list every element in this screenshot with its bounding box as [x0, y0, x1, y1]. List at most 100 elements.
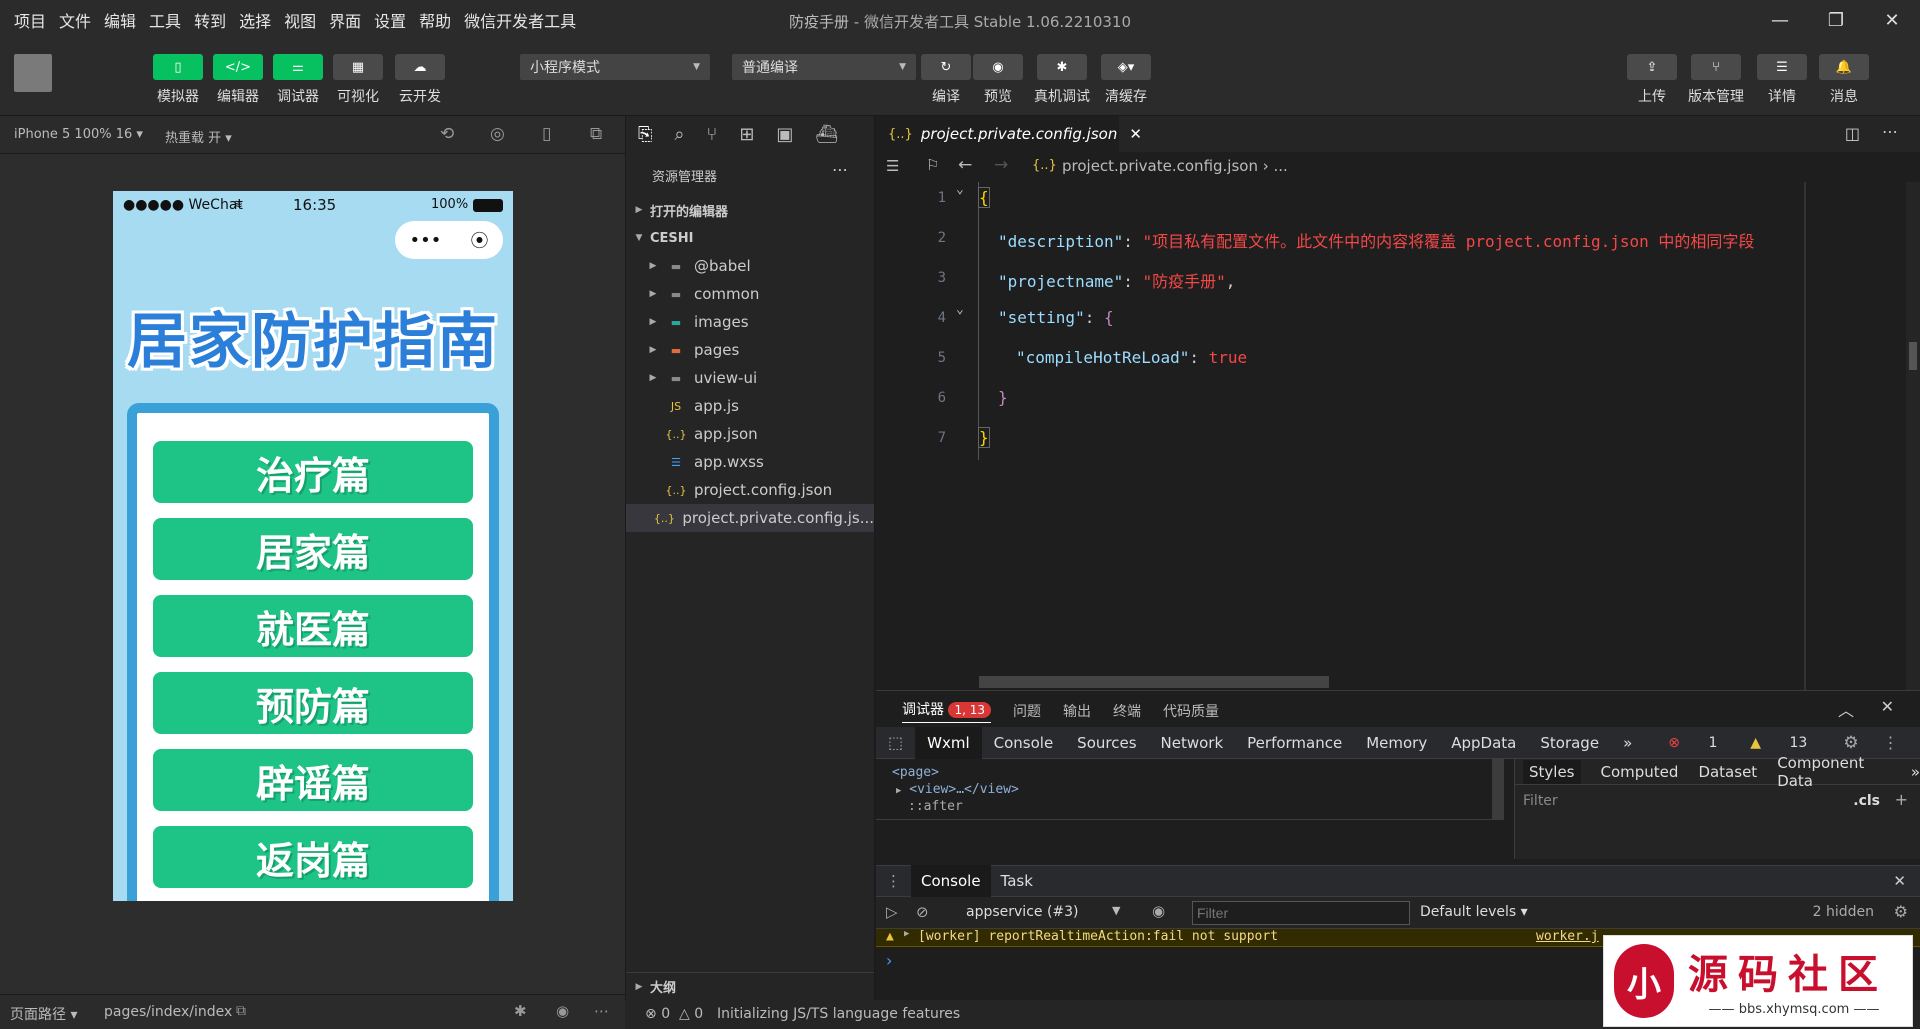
kebab-icon[interactable]: ⋮ [876, 872, 911, 890]
chevron-up-icon[interactable]: ︿ [1838, 697, 1854, 721]
hotreload-toggle[interactable]: 热重载 开 ▾ [165, 127, 232, 146]
file-tree-item[interactable]: ▶ ▬ common [626, 280, 874, 308]
tab-code-quality[interactable]: 代码质量 [1163, 701, 1219, 721]
add-rule-icon[interactable]: + [1895, 790, 1908, 809]
guide-button-treatment[interactable]: 治疗篇 [153, 441, 473, 503]
open-editors-section[interactable]: ▶ 打开的编辑器 [626, 196, 874, 224]
close-capsule-icon[interactable]: ⦿ [470, 227, 488, 253]
cls-button[interactable]: .cls [1853, 793, 1880, 809]
file-tree-item[interactable]: ▶ ▬ images [626, 308, 874, 336]
visual-button[interactable]: ▦ 可视化 [328, 54, 388, 106]
tab-wxml[interactable]: Wxml [915, 726, 982, 759]
tab-dataset[interactable]: Dataset [1698, 763, 1757, 781]
tab-console-drawer[interactable]: Console [911, 865, 991, 897]
editor-button[interactable]: </> 编辑器 [208, 54, 268, 106]
tab-appdata[interactable]: AppData [1439, 727, 1528, 759]
simulator-button[interactable]: ▯ 模拟器 [148, 54, 208, 106]
tab-debugger[interactable]: 调试器 1, 13 [902, 699, 991, 723]
horizontal-scrollbar[interactable] [979, 676, 1329, 688]
guide-button-prevention[interactable]: 预防篇 [153, 672, 473, 734]
wxml-node-view[interactable]: ▶ <view>…</view> [896, 782, 1019, 797]
source-control-icon[interactable]: ⑂ [707, 124, 718, 145]
tab-computed[interactable]: Computed [1601, 763, 1679, 781]
more-icon[interactable]: ⋯ [594, 1002, 609, 1020]
close-icon[interactable]: ✕ [1893, 872, 1920, 890]
scrollbar-thumb[interactable] [1909, 342, 1917, 370]
file-tree-item[interactable]: ▶ ▬ pages [626, 336, 874, 364]
device-select[interactable]: iPhone 5 100% 16 ▾ [14, 127, 143, 142]
vertical-scrollbar[interactable] [1906, 182, 1920, 690]
sidebar-icon[interactable]: ▷ [886, 903, 898, 921]
minimize-icon[interactable]: — [1752, 0, 1808, 40]
cloud-button[interactable]: ☁ 云开发 [390, 54, 450, 106]
tab-problems[interactable]: 问题 [1013, 701, 1041, 721]
guide-button-return[interactable]: 返岗篇 [153, 826, 473, 888]
compile-mode-select[interactable]: 普通编译 ▼ [732, 54, 916, 80]
dock-icon[interactable]: ⧉ [1911, 727, 1920, 759]
version-button[interactable]: ⑂ 版本管理 [1686, 54, 1746, 106]
tab-component-data[interactable]: Component Data [1777, 754, 1891, 790]
context-select[interactable]: appservice (#3) [966, 904, 1079, 920]
maximize-icon[interactable]: ❐ [1808, 0, 1864, 40]
log-levels-select[interactable]: Default levels ▾ [1420, 904, 1528, 920]
tab-output[interactable]: 输出 [1063, 701, 1091, 721]
guide-button-home[interactable]: 居家篇 [153, 518, 473, 580]
more-tabs-icon[interactable]: » [1911, 763, 1920, 781]
tab-task[interactable]: Task [991, 872, 1043, 890]
tab-console[interactable]: Console [982, 727, 1066, 759]
split-editor-icon[interactable]: ◫ [1845, 124, 1860, 143]
more-icon[interactable]: ••• [410, 230, 442, 251]
stop-icon[interactable]: ◎ [490, 124, 505, 144]
file-tree-item[interactable]: JS app.js [626, 392, 874, 420]
copy-icon[interactable]: ⧉ [236, 1003, 246, 1019]
panel-icon[interactable]: ▣ [776, 124, 793, 145]
guide-button-rumors[interactable]: 辟谣篇 [153, 749, 473, 811]
file-tree-item[interactable]: ☰ app.wxss [626, 448, 874, 476]
more-icon[interactable]: ⋯ [1882, 122, 1898, 141]
details-button[interactable]: ☰ 详情 [1752, 54, 1812, 106]
more-icon[interactable]: ⋯ [832, 160, 848, 179]
file-tree-item[interactable]: {..} project.private.config.js... [626, 504, 874, 532]
tab-memory[interactable]: Memory [1354, 727, 1439, 759]
messages-button[interactable]: 🔔 消息 [1814, 54, 1874, 106]
tab-performance[interactable]: Performance [1235, 727, 1354, 759]
avatar[interactable] [14, 54, 52, 92]
remote-debug-button[interactable]: ✱ 真机调试 [1032, 54, 1092, 106]
eye-icon[interactable]: ◉ [1152, 902, 1165, 920]
close-icon[interactable]: ✕ [1881, 697, 1894, 716]
console-prompt[interactable]: › [886, 951, 892, 970]
file-tree-item[interactable]: ▶ ▬ uview-ui [626, 364, 874, 392]
bug-icon[interactable]: ✱ [514, 1002, 527, 1020]
upload-button[interactable]: ⇪ 上传 [1622, 54, 1682, 106]
tab-styles[interactable]: Styles [1523, 759, 1581, 784]
back-icon[interactable]: ← [958, 155, 972, 175]
list-icon[interactable]: ☰ [886, 157, 899, 175]
extensions-icon[interactable]: ⊞ [739, 124, 754, 145]
clear-icon[interactable]: ⊘ [916, 903, 929, 921]
wxml-node-after[interactable]: ::after [908, 799, 963, 814]
close-icon[interactable]: ✕ [1864, 0, 1920, 40]
files-icon[interactable]: ⎘ [638, 124, 652, 145]
file-tree-item[interactable]: ▶ ▬ @babel [626, 252, 874, 280]
compile-button[interactable]: ↻ 编译 [916, 54, 976, 106]
root-folder[interactable]: ▼ CESHI [626, 224, 874, 252]
guide-button-hospital[interactable]: 就医篇 [153, 595, 473, 657]
file-tree-item[interactable]: {..} project.config.json [626, 476, 874, 504]
problems-status[interactable]: ⊗ 0 △ 0 [645, 1006, 703, 1022]
device-icon[interactable]: ▯ [542, 124, 551, 144]
eye-icon[interactable]: ◉ [556, 1002, 569, 1020]
tab-storage[interactable]: Storage [1528, 727, 1611, 759]
close-tab-icon[interactable]: ✕ [1129, 125, 1142, 143]
wxml-scrollbar[interactable] [1492, 759, 1504, 819]
tab-sources[interactable]: Sources [1065, 727, 1148, 759]
editor-tab[interactable]: {..} project.private.config.json ✕ [876, 116, 1142, 152]
tab-network[interactable]: Network [1149, 727, 1236, 759]
more-tabs-icon[interactable]: » [1611, 727, 1644, 759]
docker-icon[interactable]: ⛴ [815, 124, 838, 145]
clear-cache-button[interactable]: ◈▾ 清缓存 [1096, 54, 1156, 106]
search-icon[interactable]: ⌕ [674, 124, 684, 145]
warning-source-link[interactable]: worker.j [1536, 929, 1599, 944]
tab-terminal[interactable]: 终端 [1113, 701, 1141, 721]
forward-icon[interactable]: → [994, 155, 1008, 175]
bookmark-icon[interactable]: ⚐ [926, 156, 939, 174]
